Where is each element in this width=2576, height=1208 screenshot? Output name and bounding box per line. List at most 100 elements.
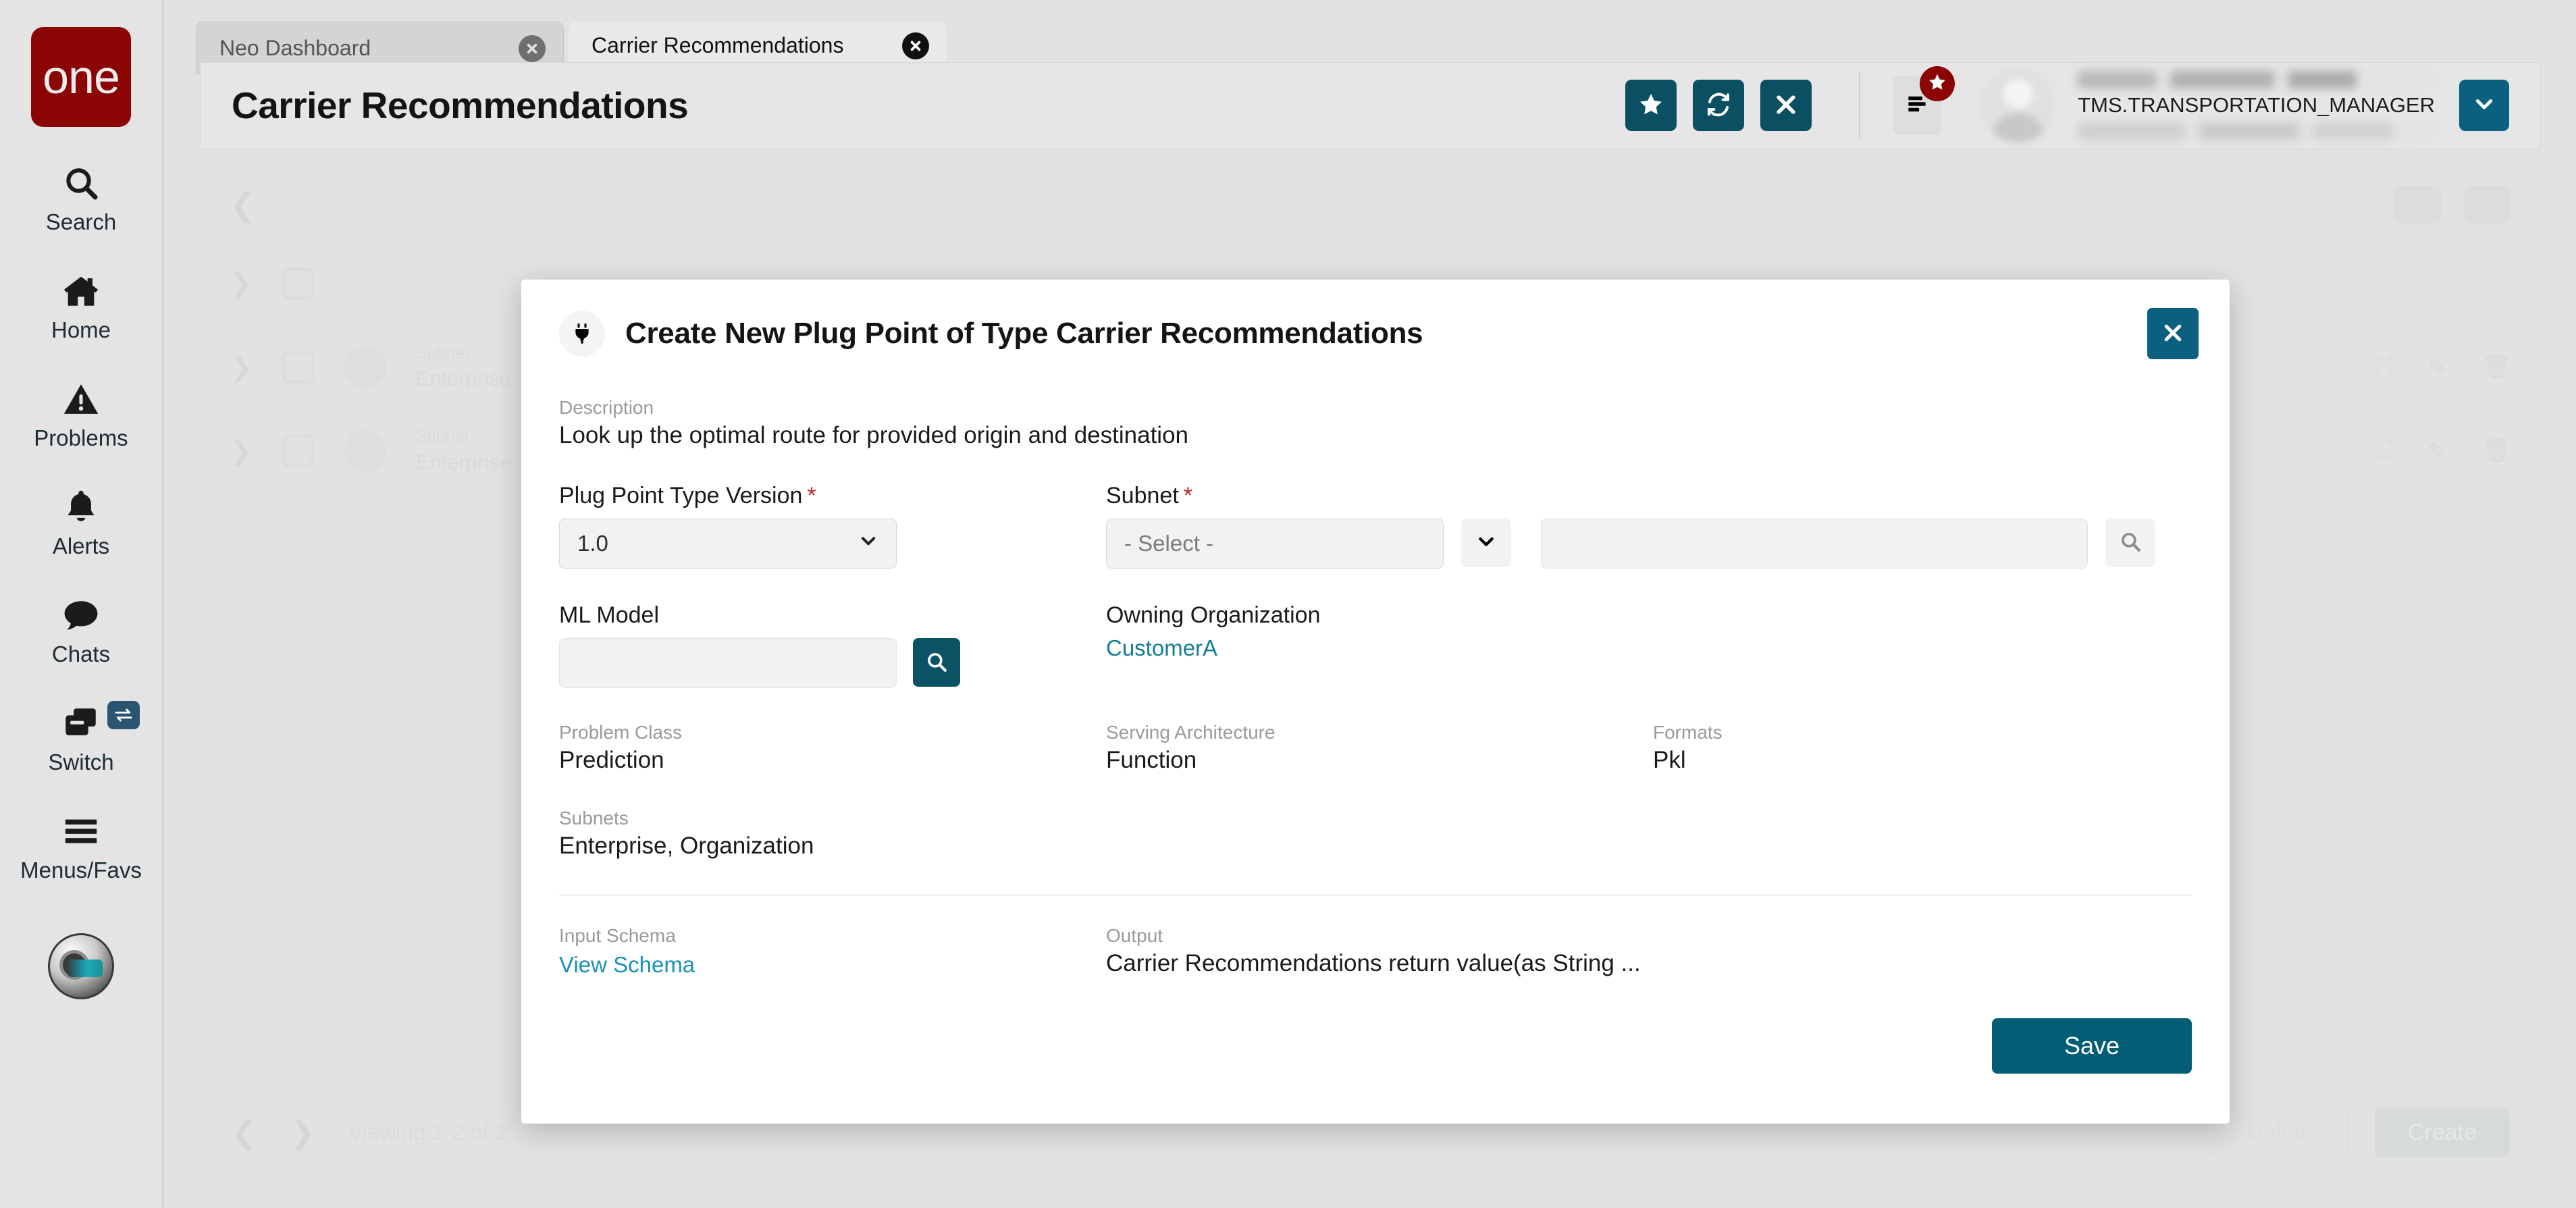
sidebar-item-menus-favs[interactable]: Menus/Favs <box>10 810 152 883</box>
edit-icon[interactable]: ✎ <box>2427 354 2447 381</box>
cell-label: Subnet <box>416 427 511 447</box>
input-schema-label: Input Schema <box>559 925 1106 947</box>
page-header: Carrier Recommendations <box>200 62 2541 149</box>
plug-icon <box>559 311 605 357</box>
serving-architecture-field: Serving Architecture Function <box>1106 722 1653 774</box>
sidebar-item-label-chats: Chats <box>52 641 110 667</box>
subnets-label: Subnets <box>559 808 2192 829</box>
search-icon <box>2119 530 2142 556</box>
mlmodel-owningorg-row: ML Model Owning Organizatio <box>559 602 2192 688</box>
subnet-filter-input[interactable] <box>1541 519 2088 569</box>
plug-point-type-version-select[interactable]: 1.0 <box>559 519 897 569</box>
readonly-attributes-row: Problem Class Prediction Serving Archite… <box>559 722 2192 774</box>
ml-model-input[interactable] <box>559 638 897 688</box>
sidebar-item-problems[interactable]: Problems <box>10 378 152 451</box>
formats-label: Formats <box>1653 722 2192 743</box>
subnets-field: Subnets Enterprise, Organization <box>559 808 2192 860</box>
description-label: Description <box>559 397 2192 419</box>
close-icon[interactable] <box>902 32 929 59</box>
subnet-select[interactable]: - Select - <box>1106 519 1444 569</box>
subnet-field: Subnet* - Select - <box>1106 483 2192 569</box>
user-info: Transportation Manager TMS.TRANSPORTATIO… <box>2078 71 2435 140</box>
header-divider <box>1859 72 1860 139</box>
user-avatar[interactable] <box>1980 68 2055 142</box>
user-menu-button[interactable] <box>2459 80 2509 131</box>
sidebar-item-home[interactable]: Home <box>10 270 152 343</box>
chevron-right-icon[interactable]: ❯ <box>230 268 253 299</box>
page-next-icon[interactable]: ❯ <box>290 1114 316 1151</box>
formats-field: Formats Pkl <box>1653 722 2192 774</box>
delete-icon[interactable]: 🗑 <box>2482 354 2511 381</box>
chevron-right-icon[interactable]: ❯ <box>230 352 253 383</box>
ml-model-search-button[interactable] <box>913 638 960 687</box>
delete-icon[interactable]: 🗑 <box>2482 438 2511 465</box>
cell-value: Enterprise <box>416 450 511 475</box>
application-window: one Search Home <box>0 0 2576 1208</box>
star-icon <box>1637 91 1664 120</box>
edit-icon[interactable]: ✎ <box>2427 438 2447 465</box>
chevron-down-icon <box>1475 531 1497 556</box>
subnet-search-button[interactable] <box>2105 519 2155 567</box>
save-button[interactable]: Save <box>1992 1018 2192 1074</box>
refresh-button[interactable] <box>1693 80 1744 131</box>
page-prev-icon[interactable]: ❮ <box>231 1114 257 1151</box>
dialog-footer: Save <box>521 978 2230 1074</box>
problem-class-value: Prediction <box>559 747 1106 774</box>
view-schema-link[interactable]: View Schema <box>559 952 1106 978</box>
version-subnet-row: Plug Point Type Version* 1.0 Subnet* <box>559 483 2192 569</box>
serving-architecture-value: Function <box>1106 747 1653 774</box>
owning-organization-link[interactable]: CustomerA <box>1106 635 2192 661</box>
table-cell-subnet: Subnet Enterprise <box>416 427 511 475</box>
checkbox[interactable] <box>282 351 315 384</box>
x-icon <box>2161 321 2185 347</box>
close-page-button[interactable] <box>1760 80 1812 131</box>
chevron-right-icon[interactable]: ❯ <box>230 436 253 467</box>
required-marker: * <box>1184 483 1192 508</box>
search-icon <box>62 162 100 204</box>
checkbox[interactable] <box>282 267 315 300</box>
user-organization: Organization Name <box>2078 122 2435 140</box>
sidebar-item-chats[interactable]: Switch Chats <box>10 594 152 667</box>
subnet-dropdown-toggle[interactable] <box>1461 519 1511 567</box>
sidebar-item-label: Switch <box>48 750 113 775</box>
create-button[interactable]: Create <box>2375 1107 2510 1157</box>
selected-value: 1.0 <box>577 531 608 556</box>
owning-organization-label: Owning Organization <box>1106 602 2192 629</box>
cell-value: Enterprise <box>416 367 511 391</box>
grid-search-icon[interactable] <box>2464 186 2511 224</box>
sidebar-item-alerts[interactable]: Alerts <box>10 486 152 559</box>
avatar[interactable] <box>48 933 114 999</box>
label-text: Subnet <box>1106 483 1179 508</box>
plug-icon <box>344 430 386 472</box>
required-marker: * <box>807 483 816 508</box>
page-title: Carrier Recommendations <box>232 84 688 127</box>
expand-icon[interactable]: ⛶ <box>2377 438 2393 465</box>
favorites-badge <box>1920 66 1955 101</box>
refresh-icon <box>1705 91 1732 120</box>
output-value: Carrier Recommendations return value(as … <box>1106 950 2192 977</box>
chevron-left-icon[interactable]: ❮ <box>230 186 256 223</box>
sidebar-item-label: Search <box>46 209 117 235</box>
dialog-close-button[interactable] <box>2147 308 2199 359</box>
menu-list-button[interactable] <box>1893 76 1941 135</box>
sidebar-item-search[interactable]: Search <box>10 162 152 235</box>
sidebar-item-label: Home <box>51 317 111 343</box>
dialog-header: Create New Plug Point of Type Carrier Re… <box>521 280 2230 359</box>
star-icon <box>1927 72 1947 96</box>
swap-arrows-icon[interactable] <box>107 701 140 729</box>
brand-logo[interactable]: one <box>31 27 131 127</box>
subnet-controls: - Select - <box>1106 509 2192 569</box>
delete-button[interactable]: Delete <box>2213 1107 2348 1157</box>
input-schema-field: Input Schema View Schema <box>559 925 1106 978</box>
close-icon[interactable] <box>519 35 546 62</box>
expand-icon[interactable]: ⛶ <box>2377 354 2393 381</box>
owning-organization-field: Owning Organization CustomerA <box>1106 602 2192 688</box>
grid-action-icon[interactable] <box>2394 186 2441 224</box>
subnets-value: Enterprise, Organization <box>559 833 2192 860</box>
ml-model-controls <box>559 629 1106 688</box>
row-actions: ⛶ ✎ 🗑 <box>2377 354 2511 381</box>
favorite-button[interactable] <box>1625 80 1677 131</box>
description-field: Description Look up the optimal route fo… <box>559 397 2192 449</box>
checkbox[interactable] <box>282 435 315 467</box>
sidebar-item-switch[interactable]: Switch <box>10 702 152 775</box>
